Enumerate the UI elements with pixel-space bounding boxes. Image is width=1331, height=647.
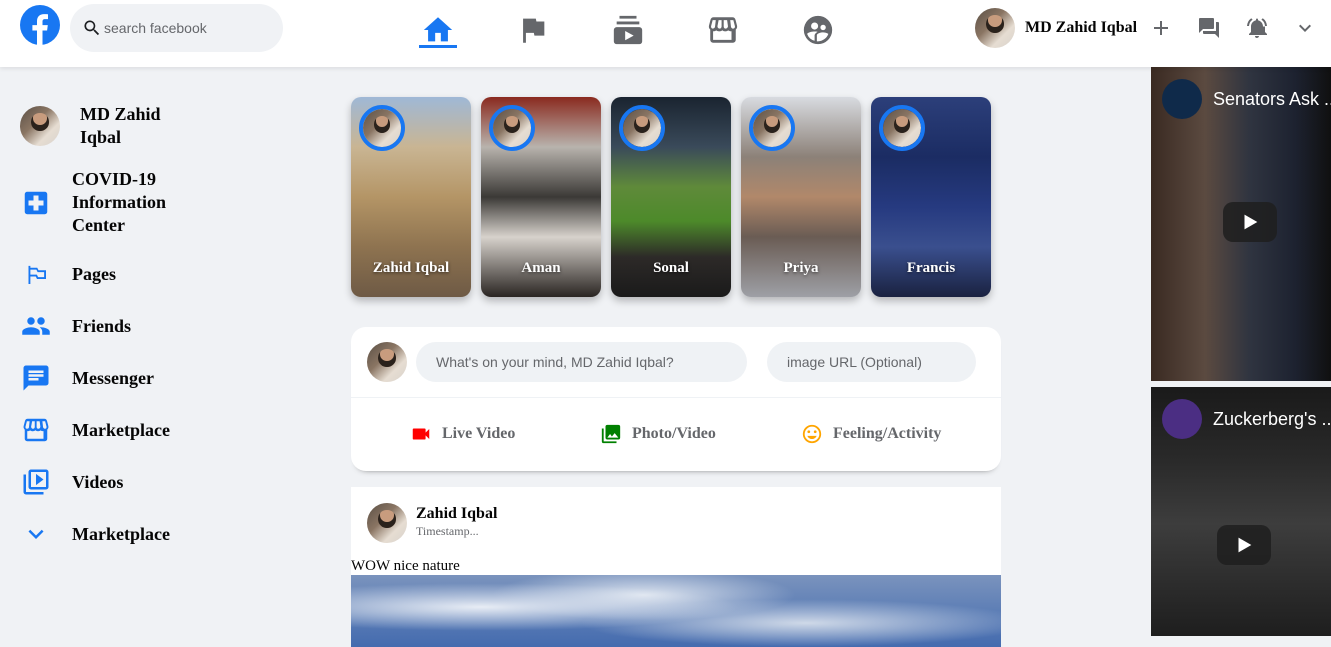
local-hospital-icon xyxy=(20,187,52,219)
nav-marketplace[interactable] xyxy=(703,10,743,50)
create-button[interactable] xyxy=(1147,14,1175,42)
search-input[interactable] xyxy=(104,20,274,36)
avatar[interactable] xyxy=(367,503,407,543)
emoji-flags-icon xyxy=(20,258,52,290)
forum-icon xyxy=(1199,18,1219,38)
video-library-icon xyxy=(20,466,52,498)
home-icon xyxy=(423,17,453,42)
story-avatar xyxy=(619,105,665,151)
feed-post: Zahid Iqbal Timestamp... WOW nice nature xyxy=(351,487,1001,647)
notifications-active-icon xyxy=(1247,18,1267,38)
video-title[interactable]: Zuckerberg's ... xyxy=(1213,409,1331,430)
chat-icon xyxy=(20,362,52,394)
sidebar-item-label: Videos xyxy=(72,471,124,492)
expand-more-icon xyxy=(20,518,52,550)
nav-home[interactable] xyxy=(418,10,458,50)
storefront-icon xyxy=(708,17,738,43)
option-label: Photo/Video xyxy=(632,425,716,442)
story-card[interactable]: Sonal xyxy=(611,97,731,297)
photo-video-option[interactable]: Photo/Video xyxy=(600,423,716,445)
videocam-icon xyxy=(412,428,430,440)
story-name: Sonal xyxy=(653,260,689,276)
storefront-icon xyxy=(20,414,52,446)
emotion-icon xyxy=(802,424,822,444)
option-label: Live Video xyxy=(442,425,516,442)
header-user-chip[interactable]: MD Zahid Iqbal xyxy=(975,8,1137,48)
header-user-name: MD Zahid Iqbal xyxy=(1025,19,1138,36)
sidebar-item-friends[interactable]: Friends xyxy=(20,310,131,342)
status-input[interactable] xyxy=(416,342,747,382)
story-avatar xyxy=(749,105,795,151)
sidebar-item-label: Marketplace xyxy=(72,523,170,544)
facebook-logo-icon[interactable] xyxy=(20,5,60,45)
post-author[interactable]: Zahid Iqbal xyxy=(416,505,497,523)
sidebar-item-more[interactable]: Marketplace xyxy=(20,518,170,550)
flag-icon xyxy=(523,18,545,43)
search-bar[interactable] xyxy=(70,4,283,52)
avatar xyxy=(20,106,60,146)
sidebar-item-label: COVID-19 Information Center xyxy=(72,169,166,235)
sidebar-user[interactable]: MD Zahid Iqbal xyxy=(20,103,190,149)
search-icon xyxy=(84,20,100,36)
photo-library-icon xyxy=(601,424,621,444)
image-url-input[interactable] xyxy=(767,342,976,382)
channel-logo-icon xyxy=(1162,79,1202,119)
feeling-activity-option[interactable]: Feeling/Activity xyxy=(801,423,941,445)
sidebar-item-label: Friends xyxy=(72,315,132,336)
sidebar-item-label: Pages xyxy=(72,263,116,284)
channel-logo-icon xyxy=(1162,399,1202,439)
video-embed[interactable]: Senators Ask ... xyxy=(1151,67,1331,381)
subscriptions-icon xyxy=(613,15,643,45)
live-video-option[interactable]: Live Video xyxy=(410,423,515,445)
story-card[interactable]: Aman xyxy=(481,97,601,297)
story-name: Zahid Iqbal xyxy=(372,260,450,276)
nav-groups[interactable] xyxy=(798,10,838,50)
account-menu-button[interactable] xyxy=(1291,14,1319,42)
notifications-button[interactable] xyxy=(1243,14,1271,42)
story-name: Francis xyxy=(906,260,956,276)
story-card[interactable]: Zahid Iqbal xyxy=(351,97,471,297)
post-timestamp: Timestamp... xyxy=(416,524,479,538)
video-embed[interactable]: Zuckerberg's ... xyxy=(1151,387,1331,636)
sidebar-user-name: MD Zahid Iqbal xyxy=(80,104,161,147)
sidebar-item-pages[interactable]: Pages xyxy=(20,258,116,290)
post-message: WOW nice nature xyxy=(351,558,460,574)
play-button[interactable] xyxy=(1223,202,1277,242)
sidebar-item-marketplace[interactable]: Marketplace xyxy=(20,414,170,446)
expand-more-icon xyxy=(1299,24,1311,32)
story-avatar xyxy=(879,105,925,151)
sidebar-item-videos[interactable]: Videos xyxy=(20,466,123,498)
sidebar-item-label: Messenger xyxy=(72,367,154,388)
add-icon xyxy=(1154,21,1168,35)
messenger-button[interactable] xyxy=(1195,14,1223,42)
nav-pages[interactable] xyxy=(513,10,553,50)
story-name: Priya xyxy=(783,260,819,276)
story-card[interactable]: Francis xyxy=(871,97,991,297)
sidebar-item-messenger[interactable]: Messenger xyxy=(20,362,154,394)
avatar xyxy=(367,342,407,382)
supervised-user-icon xyxy=(803,15,833,45)
story-avatar xyxy=(489,105,535,151)
play-button[interactable] xyxy=(1217,525,1271,565)
story-avatar xyxy=(359,105,405,151)
post-image[interactable] xyxy=(351,575,1001,647)
avatar xyxy=(975,8,1015,48)
top-header: MD Zahid Iqbal xyxy=(0,0,1331,67)
story-name: Aman xyxy=(521,260,561,276)
sidebar-item-covid[interactable]: COVID-19 Information Center xyxy=(20,168,192,237)
option-label: Feeling/Activity xyxy=(833,425,942,442)
video-title[interactable]: Senators Ask ... xyxy=(1213,89,1331,110)
nav-watch[interactable] xyxy=(608,10,648,50)
active-tab-indicator xyxy=(419,45,457,48)
people-icon xyxy=(20,310,52,342)
sidebar-item-label: Marketplace xyxy=(72,419,170,440)
post-composer: Live Video Photo/Video Feeling/Activity xyxy=(351,327,1001,471)
play-icon xyxy=(1244,214,1258,230)
divider xyxy=(351,397,1001,398)
play-icon xyxy=(1238,537,1252,553)
story-card[interactable]: Priya xyxy=(741,97,861,297)
